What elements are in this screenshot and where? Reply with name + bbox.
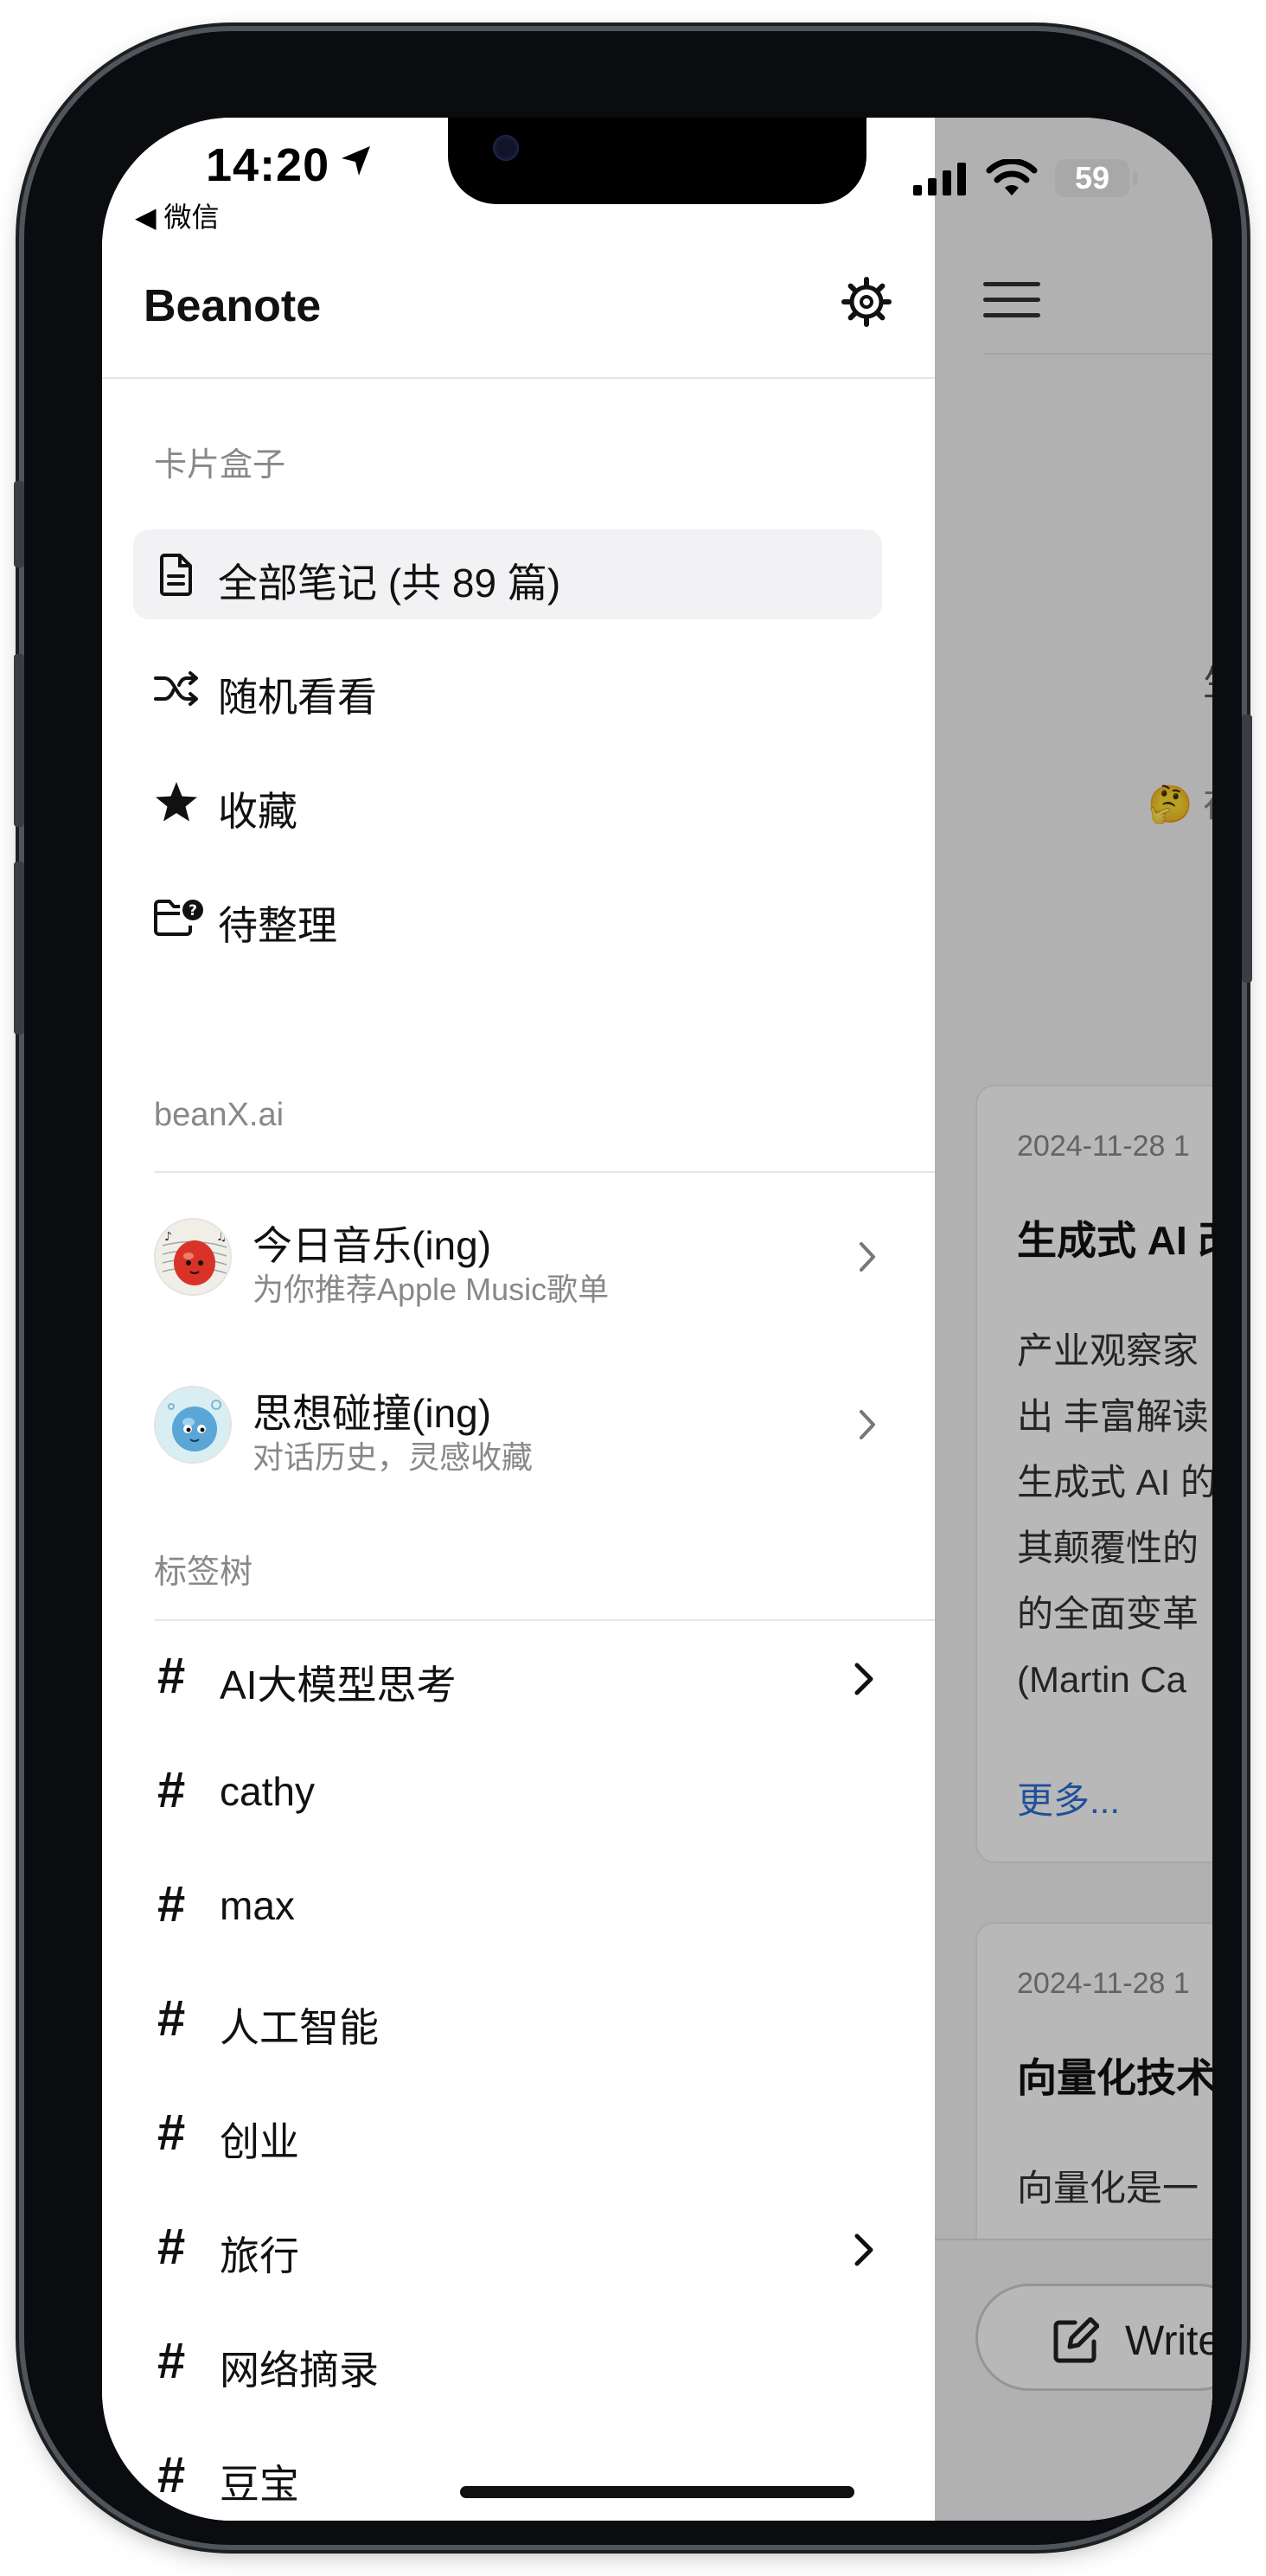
hash-icon: # — [157, 2219, 186, 2275]
bean-item-title: 今日音乐(ing) — [253, 1223, 492, 1268]
location-arrow-icon — [342, 146, 370, 176]
section-label-tags: 标签树 — [154, 1554, 253, 1591]
side-drawer: 14:20 ◀ 微信 Beanote 卡片盒子 全部笔记 (共 89 篇) 随机… — [102, 118, 935, 2521]
hash-icon: # — [157, 2447, 186, 2503]
svg-text:♪: ♪ — [164, 1230, 172, 1244]
tag-item[interactable]: # 网络摘录 — [154, 2308, 935, 2422]
tag-item[interactable]: # 创业 — [154, 2079, 935, 2194]
chevron-right-icon — [860, 1410, 875, 1439]
nav-label: 全部笔记 (共 89 篇) — [218, 561, 561, 606]
tag-label: 人工智能 — [220, 2005, 379, 2050]
silent-switch — [14, 481, 24, 567]
hash-icon: # — [157, 1648, 186, 1704]
section-divider — [154, 1619, 935, 1621]
app-title: Beanote — [144, 281, 322, 331]
home-indicator[interactable] — [460, 2486, 854, 2498]
tag-label: max — [220, 1883, 295, 1928]
music-avatar: ♪ ♫ — [154, 1218, 232, 1296]
settings-gear-icon[interactable] — [841, 276, 892, 328]
cellular-signal-icon — [913, 163, 966, 195]
volume-down-button — [14, 862, 24, 1035]
nav-inbox[interactable]: ? 待整理 — [133, 872, 882, 962]
status-time: 14:20 — [206, 139, 330, 191]
wifi-icon — [986, 159, 1038, 195]
tag-label: cathy — [220, 1769, 315, 1814]
tag-label: 创业 — [220, 2119, 299, 2164]
bean-item-ideas[interactable]: 思想碰撞(ing) 对话历史，灵感收藏 — [154, 1362, 935, 1491]
section-divider — [154, 1171, 935, 1173]
tag-label: AI大模型思考 — [220, 1663, 457, 1708]
bean-item-subtitle: 对话历史，灵感收藏 — [253, 1439, 534, 1475]
tag-label: 旅行 — [220, 2233, 299, 2278]
header-divider — [102, 377, 935, 379]
tag-item[interactable]: # cathy — [154, 1737, 935, 1851]
chevron-right-icon — [860, 1242, 875, 1272]
folder-question-icon: ? — [154, 900, 203, 936]
bean-item-music[interactable]: ♪ ♫ 今日音乐(ing) 为你推荐Apple Music歌单 — [154, 1194, 935, 1323]
notch — [448, 118, 866, 204]
ideas-avatar — [154, 1386, 232, 1464]
status-icons: 59 — [913, 159, 1138, 197]
phone-frame: 59 生成式 🤔 在未 2024-11-28 1 生成式 AI 改 产业观察家 … — [14, 31, 1252, 2545]
tag-item[interactable]: # 旅行 — [154, 2194, 935, 2308]
nav-label: 收藏 — [218, 789, 297, 834]
volume-up-button — [14, 654, 24, 827]
tag-label: 豆宝 — [220, 2462, 299, 2507]
document-icon — [160, 554, 192, 596]
battery-indicator: 59 — [1055, 159, 1138, 197]
hash-icon: # — [157, 1990, 186, 2047]
battery-level: 59 — [1074, 160, 1110, 195]
bean-item-title: 思想碰撞(ing) — [253, 1391, 492, 1436]
nav-label: 待整理 — [218, 903, 337, 948]
svg-text:?: ? — [189, 902, 197, 920]
tag-item[interactable]: # 豆宝 — [154, 2422, 935, 2521]
power-button — [1242, 714, 1252, 983]
screen: 59 生成式 🤔 在未 2024-11-28 1 生成式 AI 改 产业观察家 … — [102, 118, 1212, 2521]
nav-favorites[interactable]: 收藏 — [133, 758, 882, 848]
back-to-wechat[interactable]: ◀ 微信 — [135, 195, 220, 235]
chevron-right-icon[interactable] — [851, 2230, 877, 2270]
nav-random[interactable]: 随机看看 — [133, 644, 882, 734]
hash-icon: # — [157, 2105, 186, 2161]
chevron-right-icon[interactable] — [851, 1659, 877, 1699]
section-label-beanx: beanX.ai — [154, 1097, 285, 1133]
section-label-cards: 卡片盒子 — [154, 447, 286, 484]
hash-icon: # — [157, 2333, 186, 2389]
hash-icon: # — [157, 1876, 186, 1932]
star-icon — [156, 782, 197, 822]
svg-text:♫: ♫ — [216, 1230, 227, 1244]
hash-icon: # — [157, 1762, 186, 1818]
bean-item-subtitle: 为你推荐Apple Music歌单 — [253, 1272, 610, 1307]
drawer-scrim[interactable] — [935, 118, 1212, 2521]
camera — [493, 135, 519, 161]
tag-item[interactable]: # AI大模型思考 — [154, 1623, 935, 1737]
nav-label: 随机看看 — [218, 675, 377, 720]
nav-all-notes[interactable]: 全部笔记 (共 89 篇) — [133, 529, 882, 619]
tag-item[interactable]: # 人工智能 — [154, 1965, 935, 2079]
tag-item[interactable]: # max — [154, 1851, 935, 1965]
tag-label: 网络摘录 — [220, 2348, 379, 2393]
shuffle-icon — [154, 671, 198, 706]
